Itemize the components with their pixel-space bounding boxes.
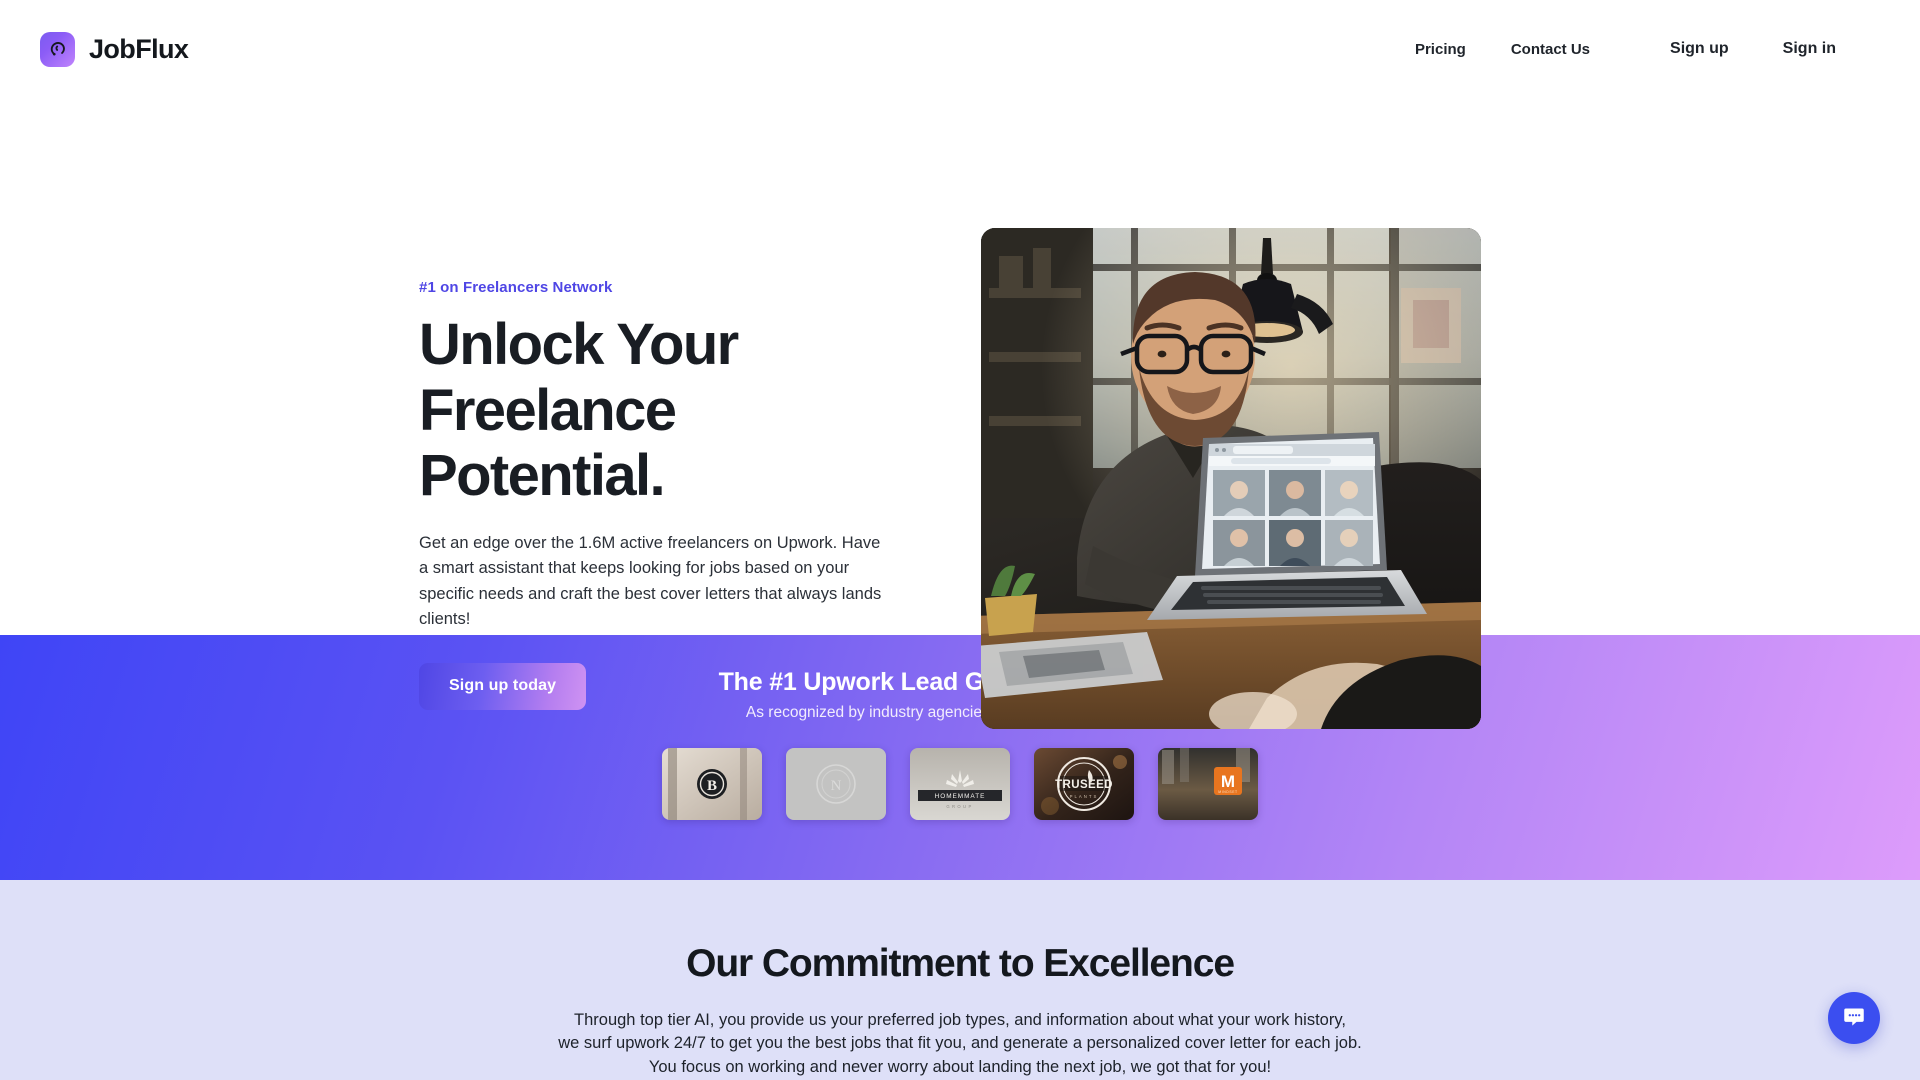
partner-logo-text: B [707,778,717,794]
site-header: JobFlux Pricing Contact Us Sign up Sign … [0,0,1920,98]
nav-link-pricing[interactable]: Pricing [1415,41,1466,58]
partner-logo-text: HOMEMMATE [935,793,986,800]
commitment-title: Our Commitment to Excellence [686,942,1235,985]
hero-media [981,114,1481,729]
commitment-line: we surf upwork 24/7 to get you the best … [558,1034,1362,1053]
social-proof-band: The #1 Upwork Lead Generation Platform A… [0,635,1920,880]
main-nav: Pricing Contact Us Sign up Sign in [1415,40,1880,58]
partner-logo-card[interactable]: N [786,748,886,820]
svg-text:MINDSET: MINDSET [1218,790,1237,794]
hero-subtitle: Get an edge over the 1.6M active freelan… [419,533,882,629]
nav-link-sign-in[interactable]: Sign in [1783,40,1836,58]
partner-logo-text: N [831,778,842,794]
nav-link-contact-us[interactable]: Contact Us [1511,41,1590,58]
partner-logo-card[interactable]: TRUSEED PLANTS [1034,748,1134,820]
partner-logo-card[interactable]: M MINDSET [1158,748,1258,820]
partner-logo-text: TRUSEED [1055,779,1113,791]
hero-copy: #1 on Freelancers Network Unlock Your Fr… [0,114,899,710]
brand[interactable]: JobFlux [40,31,189,67]
commitment-body: Through top tier AI, you provide us your… [0,1009,1920,1079]
magnet-icon [40,31,75,67]
page-title: Unlock Your Freelance Potential. [419,312,739,509]
partner-logo-card[interactable]: HOMEMMATE GROUP [910,748,1010,820]
hero-eyebrow: #1 on Freelancers Network [419,279,613,296]
brand-name: JobFlux [89,33,189,64]
chat-bubble-icon [1841,1004,1867,1033]
commitment-line: Through top tier AI, you provide us your… [574,1011,1346,1029]
svg-text:GROUP: GROUP [946,804,973,809]
partner-logo-card[interactable]: B [662,748,762,820]
commitment-section: Our Commitment to Excellence Through top… [0,880,1920,1080]
hero-section: #1 on Freelancers Network Unlock Your Fr… [0,98,1920,729]
partner-logo-row: B N HOMEMMATE GROUP TRUSEED PLANTS M MIN… [662,748,1258,820]
partner-logo-text: M [1221,772,1235,791]
sign-up-today-button[interactable]: Sign up today [419,662,587,710]
svg-text:PLANTS: PLANTS [1070,794,1099,799]
commitment-line: You focus on working and never worry abo… [648,1057,1272,1076]
hero-photo [981,228,1481,729]
nav-link-sign-up[interactable]: Sign up [1670,40,1729,58]
chat-widget-button[interactable] [1828,992,1880,1044]
